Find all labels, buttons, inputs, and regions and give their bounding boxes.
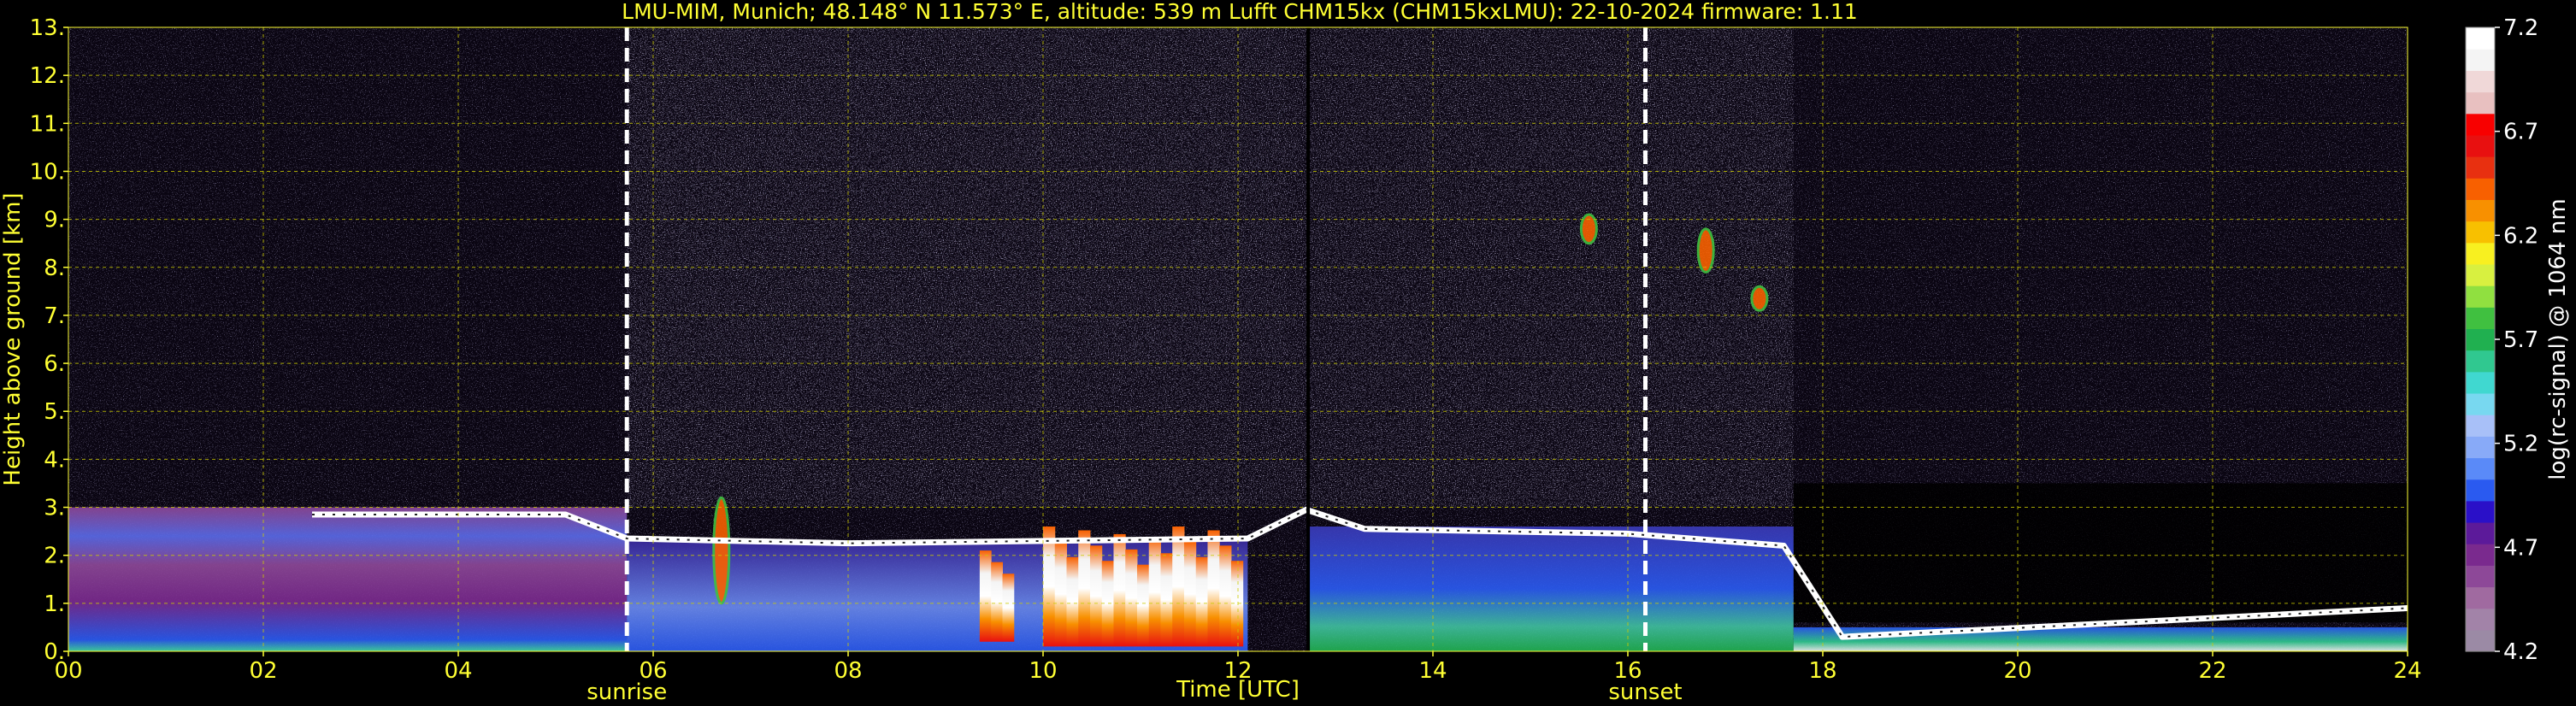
colorbar-segment [2466, 263, 2495, 286]
colorbar-segment [2466, 500, 2495, 523]
y-tick-label: 9. [44, 208, 65, 233]
y-tick-label: 3. [44, 496, 65, 521]
colorbar-segment [2466, 199, 2495, 222]
noise-color [653, 27, 1287, 364]
colorbar-segment [2466, 608, 2495, 631]
cirrus-patch [712, 496, 731, 605]
colorbar-segment [2466, 371, 2495, 394]
strong-echo [1125, 549, 1138, 647]
y-tick-label: 7. [44, 303, 65, 329]
colorbar-tick-label: 6.7 [2503, 120, 2538, 145]
x-tick-label: 02 [249, 658, 277, 684]
colorbar-segment [2466, 328, 2495, 351]
colorbar-segment [2466, 91, 2495, 115]
aerosol-layer [1793, 627, 2408, 651]
strong-echo [1195, 556, 1208, 647]
y-tick-label: 5. [44, 399, 65, 425]
colorbar-label: log(rc-signal) @ 1064 nm [2545, 198, 2571, 479]
x-tick-label: 08 [834, 658, 862, 684]
cirrus-patch [1750, 285, 1769, 312]
y-tick-label: 13. [30, 15, 65, 41]
colorbar-segment [2466, 479, 2495, 502]
ceilometer-chart: LMU-MIM, Munich; 48.148° N 11.573° E, al… [0, 0, 2571, 705]
colorbar-segment [2466, 156, 2495, 179]
x-tick-label: 04 [444, 658, 472, 684]
strong-echo [1160, 553, 1173, 647]
aerosol-layer [1308, 527, 1794, 651]
y-tick-label: 10. [30, 159, 65, 185]
x-tick-label: 24 [2393, 658, 2421, 684]
strong-echo [1219, 545, 1232, 647]
y-tick-label: 11. [30, 111, 65, 137]
colorbar-segment [2466, 415, 2495, 437]
strong-echo [1043, 527, 1056, 647]
colorbar-segment [2466, 521, 2495, 544]
strong-echo [1183, 541, 1197, 647]
x-axis-ticks: 00 02 04 06 08 10 12 14 16 18 20 22 24 [54, 651, 2422, 684]
x-tick-label: 18 [1808, 658, 1836, 684]
x-tick-label: 20 [2003, 658, 2031, 684]
y-tick-label: 8. [44, 256, 65, 281]
aerosol-layer [68, 507, 628, 651]
strong-echo [1078, 530, 1091, 647]
y-tick-label: 12. [30, 63, 65, 89]
strong-echo [1054, 541, 1067, 647]
colorbar-segment [2466, 307, 2495, 330]
colorbar-tick-label: 6.2 [2503, 223, 2538, 249]
chart-title: LMU-MIM, Munich; 48.148° N 11.573° E, al… [622, 0, 1858, 24]
colorbar: 4.2 4.7 5.2 5.7 6.2 6.7 7.2 [2465, 15, 2538, 665]
strong-echo [979, 550, 992, 642]
cirrus-patch [1579, 213, 1598, 245]
colorbar-tick-label: 5.7 [2503, 327, 2538, 353]
strong-echo [991, 562, 1003, 642]
y-tick-label: 2. [44, 544, 65, 569]
sunrise-label: sunrise [587, 680, 667, 705]
strong-echo [1002, 574, 1015, 642]
x-tick-label: 14 [1418, 658, 1447, 684]
colorbar-segment [2466, 436, 2495, 459]
colorbar-segment [2466, 70, 2495, 93]
colorbar-segment [2466, 134, 2495, 157]
strong-echo [1089, 545, 1103, 647]
sunset-label: sunset [1608, 680, 1682, 705]
x-tick-label: 12 [1223, 658, 1252, 684]
colorbar-segment [2466, 285, 2495, 308]
x-tick-label: 10 [1029, 658, 1057, 684]
night-gap [1793, 483, 2408, 623]
strong-echo [1066, 556, 1079, 647]
colorbar-segment [2466, 27, 2495, 50]
colorbar-tick-label: 7.2 [2503, 15, 2538, 41]
cirrus-patch [1696, 227, 1715, 274]
colorbar-tick-label: 4.2 [2503, 639, 2538, 665]
strong-echo [1148, 538, 1161, 647]
colorbar-segment [2466, 242, 2495, 265]
colorbar-tick-label: 4.7 [2503, 535, 2538, 561]
colorbar-segment [2466, 629, 2495, 652]
colorbar-segment [2466, 178, 2495, 200]
x-tick-label: 00 [54, 658, 82, 684]
colorbar-segment [2466, 113, 2495, 136]
colorbar-segment [2466, 49, 2495, 71]
y-axis-label: Height above ground [km] [0, 192, 26, 485]
colorbar-segment [2466, 392, 2495, 415]
colorbar-segment [2466, 565, 2495, 588]
event-labels: sunrise sunset [587, 680, 1682, 705]
y-tick-label: 6. [44, 351, 65, 377]
plot-area [68, 27, 2408, 651]
x-tick-label: 22 [2198, 658, 2226, 684]
strong-echo [1113, 533, 1126, 647]
y-tick-label: 1. [44, 591, 65, 617]
strong-echo [1172, 527, 1185, 647]
colorbar-segment [2466, 586, 2495, 609]
y-tick-label: 4. [44, 447, 65, 473]
colorbar-segment [2466, 544, 2495, 566]
colorbar-segment [2466, 350, 2495, 373]
colorbar-segment [2466, 221, 2495, 244]
colorbar-tick-label: 5.2 [2503, 432, 2538, 457]
strong-echo [1207, 530, 1220, 647]
y-axis-ticks: 0.1.2.3.4.5.6.7.8.9.10.11.12.13. [30, 15, 68, 665]
strong-echo [1136, 564, 1150, 647]
colorbar-segment [2466, 457, 2495, 480]
